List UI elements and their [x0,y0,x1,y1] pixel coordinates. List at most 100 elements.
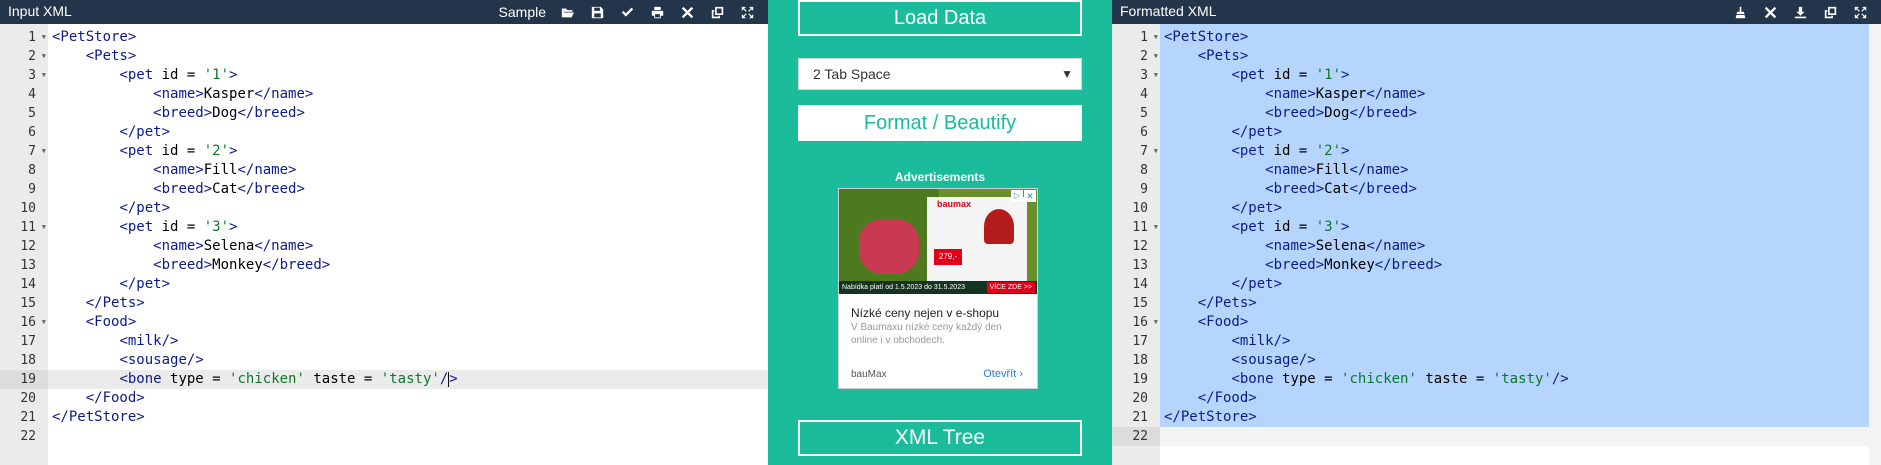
ads-label: Advertisements [894,170,986,184]
fold-arrow-icon[interactable]: ▼ [1154,66,1158,85]
line-number: 3 ▼ [28,66,46,85]
ad-open-link[interactable]: Otevřít › [983,368,1023,380]
fold-arrow-icon[interactable]: ▼ [1154,28,1158,47]
code-line: <name>Selena</name> [1265,238,1426,254]
fold-arrow-icon[interactable]: ▼ [42,66,46,85]
ad-image-flowers [859,219,919,274]
ad-description: V Baumaxu nízké ceny každý den online i … [851,322,1002,346]
code-line: </pet> [1231,124,1283,140]
code-line: </pet> [119,276,171,292]
output-panel-title: Formatted XML [1120,3,1217,19]
fold-arrow-icon[interactable]: ▼ [1154,313,1158,332]
xml-tree-button[interactable]: XML Tree [798,420,1082,456]
fold-arrow-icon[interactable]: ▼ [42,28,46,47]
sample-button[interactable]: Sample [499,4,546,20]
line-number: 8 [1140,163,1148,178]
close-icon[interactable] [672,2,702,22]
line-number: 9 [1140,182,1148,197]
line-number: 22 [1112,427,1160,446]
code-line: <Food> [85,314,137,330]
line-number: 19 [0,370,48,389]
line-number: 15 [1132,296,1148,311]
code-line: <name>Kasper</name> [1265,86,1426,102]
code-line: <pet id = '1'> [119,67,238,83]
ad-cta[interactable]: VÍCE ZDE >> [986,282,1035,293]
save-icon[interactable] [582,2,612,22]
input-editor[interactable]: 1 ▼ 2 ▼ 3 ▼ 4 5 6 7 ▼ 8 9 10 11 ▼ 12 13 14 15 16 ▼ 17 18 19 20 21 2… [0,24,768,465]
fold-arrow-icon[interactable]: ▼ [1154,218,1158,237]
code-line: </pet> [119,124,171,140]
close-icon[interactable] [1755,2,1785,22]
code-line: <pet id = '3'> [119,219,238,235]
load-data-button[interactable]: Load Data [798,0,1082,36]
fold-arrow-icon[interactable]: ▼ [42,142,46,161]
indent-select[interactable]: 2 Tab Space ▼ [798,58,1082,90]
line-number: 19 [1132,372,1148,387]
code-line: <sousage/> [1231,352,1316,368]
line-number: 17 [1132,334,1148,349]
line-number: 14 [1132,277,1148,292]
ad-headline[interactable]: Nízké ceny nejen v e-shopu [851,306,999,320]
line-number: 3 ▼ [1140,66,1158,85]
code-line: </Food> [1197,390,1257,406]
code-line: <breed>Monkey</breed> [153,257,331,273]
line-number: 9 [28,182,36,197]
fold-arrow-icon[interactable]: ▼ [42,47,46,66]
code-line: <milk/> [1231,333,1291,349]
scrollbar[interactable] [1869,24,1881,465]
fold-arrow-icon[interactable]: ▼ [1154,47,1158,66]
line-number: 20 [20,391,36,406]
line-number: 17 [20,334,36,349]
broom-icon[interactable] [1725,2,1755,22]
ad-image[interactable]: baumax 279,- Nabídka platí od 1.5.2023 d… [839,189,1037,294]
text-cursor [448,371,450,387]
line-number: 6 [1140,125,1148,140]
line-number: 4 [1140,87,1148,102]
line-number: 12 [20,239,36,254]
fold-arrow-icon[interactable]: ▼ [42,218,46,237]
line-number: 18 [1132,353,1148,368]
ad-close-icon[interactable]: ✕ [1024,190,1036,202]
advertisement[interactable]: baumax 279,- Nabídka platí od 1.5.2023 d… [838,188,1038,389]
line-number: 4 [28,87,36,102]
check-icon[interactable] [612,2,642,22]
line-number: 2 ▼ [28,47,46,66]
ad-choices-icon[interactable]: ▷ [1011,190,1023,202]
ad-banner-text: Nabídka platí od 1.5.2023 do 31.5.2023 [842,284,965,291]
ad-grill-image [984,209,1014,244]
code-line: <pet id = '3'> [1231,219,1350,235]
code-line: <pet id = '2'> [119,143,238,159]
line-number: 11 ▼ [20,218,46,237]
input-code-area[interactable]: <PetStore> <Pets> <pet id = '1'> <name>K… [48,24,768,465]
print-icon[interactable] [642,2,672,22]
copy-icon[interactable] [702,2,732,22]
output-gutter: 1 ▼ 2 ▼ 3 ▼ 4 5 6 7 ▼ 8 9 10 11 ▼ 12 13 14 15 16 ▼ 17 18 19 20 21 2… [1112,24,1160,465]
code-line: </Pets> [1197,295,1257,311]
chevron-down-icon: ▼ [1061,67,1073,81]
output-toolbar [1725,2,1875,22]
expand-icon[interactable] [1845,2,1875,22]
line-number: 22 [20,429,36,444]
line-number: 7 ▼ [1140,142,1158,161]
code-line: <name>Selena</name> [153,238,314,254]
folder-open-icon[interactable] [552,2,582,22]
format-beautify-button[interactable]: Format / Beautify [798,105,1082,141]
output-code-area[interactable]: <PetStore> <Pets> <pet id = '1'> <name>K… [1160,24,1881,465]
line-number: 15 [20,296,36,311]
code-line: <bone type = 'chicken' taste = 'tasty'/> [48,370,768,389]
line-number: 7 ▼ [28,142,46,161]
download-icon[interactable] [1785,2,1815,22]
ad-brand: bauMax [851,369,887,380]
line-number: 18 [20,353,36,368]
input-panel-header: Input XML Sample [0,0,768,24]
code-line: </PetStore> [52,409,145,425]
expand-icon[interactable] [732,2,762,22]
ad-brand-logo: baumax [937,199,972,209]
code-line: <breed>Monkey</breed> [1265,257,1443,273]
fold-arrow-icon[interactable]: ▼ [1154,142,1158,161]
output-editor[interactable]: 1 ▼ 2 ▼ 3 ▼ 4 5 6 7 ▼ 8 9 10 11 ▼ 12 13 14 15 16 ▼ 17 18 19 20 21 2… [1112,24,1881,465]
fold-arrow-icon[interactable]: ▼ [42,313,46,332]
line-number: 16 ▼ [1132,313,1158,332]
code-line: <name>Fill</name> [153,162,297,178]
copy-icon[interactable] [1815,2,1845,22]
